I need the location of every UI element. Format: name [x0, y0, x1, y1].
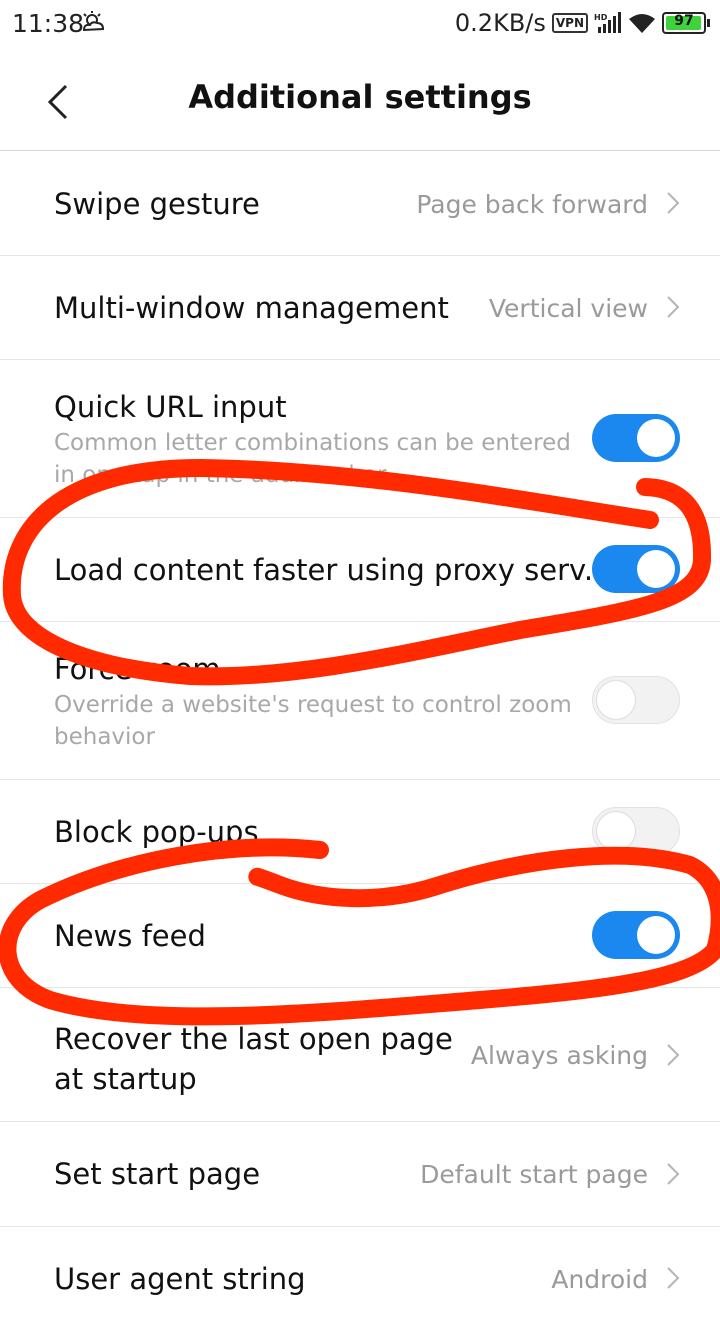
setting-label: Force zoom — [54, 652, 221, 686]
signal-icon: HD — [594, 12, 621, 33]
battery-icon: 97 — [662, 12, 710, 34]
news-feed-toggle[interactable] — [592, 911, 680, 959]
setting-news-feed: News feed — [0, 883, 720, 988]
proxy-server-toggle[interactable] — [592, 545, 680, 593]
vpn-icon: VPN — [551, 13, 588, 33]
page-title: Additional settings — [188, 78, 532, 116]
battery-level: 97 — [674, 13, 694, 29]
quick-url-input-toggle[interactable] — [592, 414, 680, 462]
status-time: 11:38 — [12, 9, 85, 38]
setting-proxy-server: Load content faster using proxy serv.. — [0, 517, 720, 622]
block-popups-toggle[interactable] — [592, 807, 680, 855]
setting-value: Vertical view — [488, 294, 648, 323]
chevron-right-icon — [667, 1267, 680, 1289]
setting-label: Recover the last open page at startup — [54, 1022, 453, 1096]
setting-label: User agent string — [54, 1262, 306, 1296]
setting-swipe-gesture[interactable]: Swipe gesture Page back forward — [0, 151, 720, 256]
setting-force-zoom: Force zoom Override a website's request … — [0, 621, 720, 780]
setting-label: Load content faster using proxy serv.. — [54, 553, 603, 587]
setting-label: Quick URL input — [54, 390, 287, 424]
wifi-icon — [629, 14, 655, 33]
chevron-right-icon — [667, 192, 680, 214]
setting-value: Default start page — [420, 1160, 648, 1189]
setting-recover-last-page[interactable]: Recover the last open page at startup Al… — [0, 987, 720, 1122]
setting-label: Multi-window management — [54, 291, 449, 325]
svg-text:HD: HD — [594, 13, 608, 22]
chevron-right-icon — [667, 1163, 680, 1185]
setting-block-popups: Block pop-ups — [0, 779, 720, 884]
setting-description: Common letter combinations can be entere… — [54, 430, 571, 488]
setting-label: News feed — [54, 919, 206, 953]
setting-value: Always asking — [470, 1041, 648, 1070]
setting-description: Override a website's request to control … — [54, 692, 572, 750]
chevron-right-icon — [667, 296, 680, 318]
setting-multi-window[interactable]: Multi-window management Vertical view — [0, 255, 720, 360]
setting-start-page[interactable]: Set start page Default start page — [0, 1121, 720, 1227]
setting-label: Block pop-ups — [54, 815, 259, 849]
network-speed: 0.2KB/s — [454, 9, 546, 37]
chevron-right-icon — [667, 1044, 680, 1066]
weather-icon — [82, 11, 105, 32]
setting-label: Swipe gesture — [54, 187, 260, 221]
setting-label: Set start page — [54, 1157, 261, 1191]
setting-user-agent[interactable]: User agent string Android — [0, 1226, 720, 1330]
setting-quick-url-input: Quick URL input Common letter combinatio… — [0, 359, 720, 518]
status-bar: 11:38 0.2KB/s VPN HD 97 — [0, 0, 720, 52]
force-zoom-toggle[interactable] — [592, 676, 680, 724]
setting-value: Page back forward — [416, 190, 648, 219]
header: Additional settings — [0, 52, 720, 151]
